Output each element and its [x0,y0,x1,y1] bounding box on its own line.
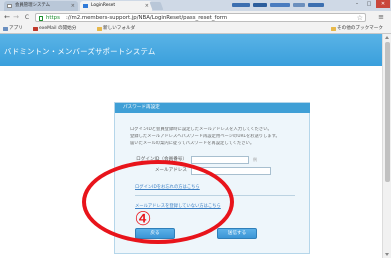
bookmark-label: 新しいフォルダ [103,26,136,31]
vertical-scrollbar[interactable] [382,34,391,258]
scroll-down-arrow-icon[interactable] [385,253,389,256]
bookmark-star-icon[interactable]: ☆ [357,13,363,24]
panel-title: パスワード再設定 [123,105,160,110]
instruction-line: ログインIDと会員登録時に設定したメールアドレスを入力してください。 [130,127,272,132]
folder-icon [97,27,102,31]
scroll-up-arrow-icon[interactable] [385,36,389,39]
redacted-block [253,3,267,7]
tab-label: 会員管理システム [15,3,50,8]
reload-icon[interactable]: C [23,12,31,23]
bookmark-label: その他のブックマーク [337,26,383,31]
url-scheme: https [46,15,60,21]
maximize-button[interactable]: □ [364,0,374,8]
bookmark-other[interactable]: その他のブックマーク [330,24,383,34]
minimize-button[interactable]: – [352,0,362,8]
scroll-thumb[interactable] [384,42,390,182]
tab-login-reset[interactable]: LoginReset × [80,1,152,11]
instruction-line: 届いたメールの案内に従ってパスワードを再設定してください。 [130,141,255,146]
forward-arrow-icon[interactable]: → [12,12,20,23]
new-tab-button[interactable] [149,2,164,10]
close-icon[interactable]: × [145,1,149,11]
menu-icon[interactable]: ≡ [377,13,385,22]
bookmarks-bar: アプリ exeMail の開始分 新しいフォルダ その他のブックマーク [0,24,391,34]
annotation-ellipse [82,160,234,244]
tab-label: LoginReset [91,3,116,8]
mail-icon [33,27,38,31]
bookmark-apps[interactable]: アプリ [2,24,23,34]
redacted-block [232,3,250,7]
apps-grid-icon [3,27,8,31]
bookmark-label: アプリ [9,26,23,31]
redacted-block [270,3,290,7]
instruction-line: 登録したメールアドレスへパスワード再設定用ページのURLをお送りします。 [130,134,280,139]
site-header: バドミントン・メンバーズサポートシステム [0,34,382,66]
url-path: ://m2.members-support.jp/NBA/LoginReset/… [66,15,228,21]
redacted-block [308,3,324,7]
page-icon [83,4,88,8]
back-arrow-icon[interactable]: ← [3,12,11,23]
close-icon[interactable]: × [71,1,75,11]
page-icon [7,4,12,8]
login-id-hint: 例 [253,157,257,162]
close-window-button[interactable]: ✕ [376,0,390,8]
bookmark-new-folder[interactable]: 新しいフォルダ [96,24,135,34]
panel-header: パスワード再設定 [115,103,310,113]
submit-button[interactable]: 送信する [217,228,257,239]
login-id-input[interactable] [191,156,249,164]
tab-strip: 会員管理システム × LoginReset × – □ ✕ [0,0,391,11]
address-bar-row: ← → C https ://m2.members-support.jp/NBA… [0,11,391,24]
redacted-block [293,3,305,7]
folder-icon [331,27,336,31]
bookmark-label: exeMail の開始分 [39,26,77,31]
tab-members-system[interactable]: 会員管理システム × [4,1,78,11]
annotation-number: ④ [134,208,152,230]
site-title: バドミントン・メンバーズサポートシステム [4,47,156,56]
lock-icon [39,15,43,21]
address-bar[interactable]: https ://m2.members-support.jp/NBA/Login… [35,13,366,22]
bookmark-exemail[interactable]: exeMail の開始分 [32,24,76,34]
